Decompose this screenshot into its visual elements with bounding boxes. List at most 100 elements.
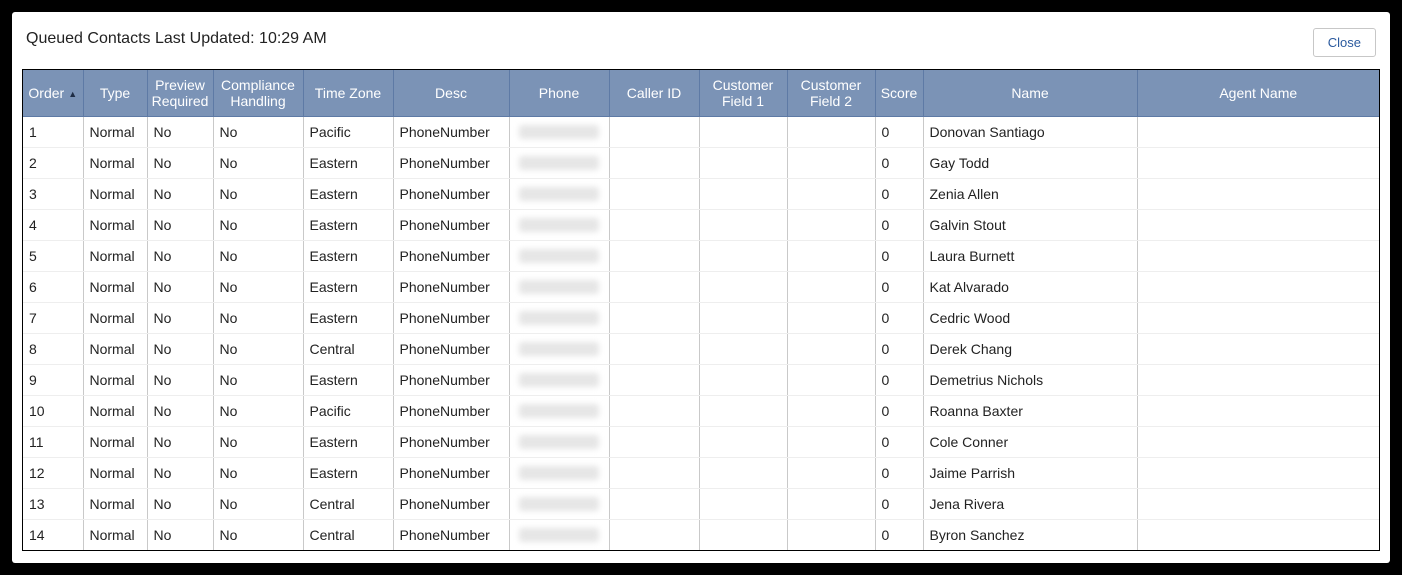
cell-tz: Central bbox=[303, 489, 393, 520]
cell-type: Normal bbox=[83, 489, 147, 520]
cell-cf2 bbox=[787, 396, 875, 427]
cell-name: Roanna Baxter bbox=[923, 396, 1137, 427]
cell-compliance: No bbox=[213, 427, 303, 458]
col-header-label: Order bbox=[28, 85, 64, 101]
cell-name: Cedric Wood bbox=[923, 303, 1137, 334]
cell-preview: No bbox=[147, 458, 213, 489]
cell-desc: PhoneNumber bbox=[393, 365, 509, 396]
table-row[interactable]: 14NormalNoNoCentralPhoneNumber0Byron San… bbox=[23, 520, 1379, 551]
table-row[interactable]: 7NormalNoNoEasternPhoneNumber0Cedric Woo… bbox=[23, 303, 1379, 334]
cell-agent bbox=[1137, 148, 1379, 179]
col-header-label: Time Zone bbox=[315, 85, 381, 101]
cell-preview: No bbox=[147, 241, 213, 272]
col-header-callerid[interactable]: Caller ID bbox=[609, 70, 699, 117]
table-row[interactable]: 8NormalNoNoCentralPhoneNumber0Derek Chan… bbox=[23, 334, 1379, 365]
table-row[interactable]: 5NormalNoNoEasternPhoneNumber0Laura Burn… bbox=[23, 241, 1379, 272]
cell-preview: No bbox=[147, 148, 213, 179]
cell-cf1 bbox=[699, 427, 787, 458]
cell-agent bbox=[1137, 365, 1379, 396]
cell-phone bbox=[509, 334, 609, 365]
cell-cf1 bbox=[699, 365, 787, 396]
redacted-phone bbox=[519, 466, 599, 480]
cell-callerid bbox=[609, 396, 699, 427]
table-row[interactable]: 1NormalNoNoPacificPhoneNumber0Donovan Sa… bbox=[23, 117, 1379, 148]
col-header-order[interactable]: Order▲ bbox=[23, 70, 83, 117]
cell-tz: Pacific bbox=[303, 117, 393, 148]
col-header-label: Agent Name bbox=[1219, 85, 1297, 101]
cell-desc: PhoneNumber bbox=[393, 148, 509, 179]
cell-agent bbox=[1137, 396, 1379, 427]
cell-name: Jena Rivera bbox=[923, 489, 1137, 520]
cell-order: 14 bbox=[23, 520, 83, 551]
table-row[interactable]: 6NormalNoNoEasternPhoneNumber0Kat Alvara… bbox=[23, 272, 1379, 303]
cell-name: Cole Conner bbox=[923, 427, 1137, 458]
cell-cf1 bbox=[699, 303, 787, 334]
close-button[interactable]: Close bbox=[1313, 28, 1376, 57]
col-header-cf2[interactable]: Customer Field 2 bbox=[787, 70, 875, 117]
cell-type: Normal bbox=[83, 427, 147, 458]
cell-order: 10 bbox=[23, 396, 83, 427]
cell-desc: PhoneNumber bbox=[393, 489, 509, 520]
col-header-cf1[interactable]: Customer Field 1 bbox=[699, 70, 787, 117]
col-header-tz[interactable]: Time Zone bbox=[303, 70, 393, 117]
col-header-label: Caller ID bbox=[627, 85, 681, 101]
cell-order: 7 bbox=[23, 303, 83, 334]
cell-desc: PhoneNumber bbox=[393, 396, 509, 427]
cell-score: 0 bbox=[875, 272, 923, 303]
cell-type: Normal bbox=[83, 334, 147, 365]
col-header-compliance[interactable]: Compliance Handling bbox=[213, 70, 303, 117]
cell-compliance: No bbox=[213, 520, 303, 551]
redacted-phone bbox=[519, 218, 599, 232]
cell-preview: No bbox=[147, 179, 213, 210]
cell-cf2 bbox=[787, 334, 875, 365]
cell-phone bbox=[509, 365, 609, 396]
col-header-name[interactable]: Name bbox=[923, 70, 1137, 117]
table-row[interactable]: 3NormalNoNoEasternPhoneNumber0Zenia Alle… bbox=[23, 179, 1379, 210]
cell-name: Jaime Parrish bbox=[923, 458, 1137, 489]
cell-order: 4 bbox=[23, 210, 83, 241]
cell-callerid bbox=[609, 365, 699, 396]
col-header-phone[interactable]: Phone bbox=[509, 70, 609, 117]
cell-preview: No bbox=[147, 117, 213, 148]
cell-tz: Eastern bbox=[303, 179, 393, 210]
topbar: Queued Contacts Last Updated: 10:29 AM C… bbox=[22, 28, 1380, 69]
cell-preview: No bbox=[147, 303, 213, 334]
cell-callerid bbox=[609, 148, 699, 179]
col-header-label: Customer Field 1 bbox=[713, 77, 774, 109]
col-header-type[interactable]: Type bbox=[83, 70, 147, 117]
redacted-phone bbox=[519, 435, 599, 449]
redacted-phone bbox=[519, 404, 599, 418]
cell-callerid bbox=[609, 489, 699, 520]
cell-phone bbox=[509, 117, 609, 148]
cell-preview: No bbox=[147, 489, 213, 520]
table-row[interactable]: 10NormalNoNoPacificPhoneNumber0Roanna Ba… bbox=[23, 396, 1379, 427]
col-header-desc[interactable]: Desc bbox=[393, 70, 509, 117]
cell-order: 9 bbox=[23, 365, 83, 396]
cell-name: Demetrius Nichols bbox=[923, 365, 1137, 396]
col-header-preview[interactable]: Preview Required bbox=[147, 70, 213, 117]
table-row[interactable]: 11NormalNoNoEasternPhoneNumber0Cole Conn… bbox=[23, 427, 1379, 458]
table-row[interactable]: 12NormalNoNoEasternPhoneNumber0Jaime Par… bbox=[23, 458, 1379, 489]
cell-phone bbox=[509, 179, 609, 210]
table-body: 1NormalNoNoPacificPhoneNumber0Donovan Sa… bbox=[23, 117, 1379, 551]
cell-phone bbox=[509, 272, 609, 303]
table-row[interactable]: 4NormalNoNoEasternPhoneNumber0Galvin Sto… bbox=[23, 210, 1379, 241]
col-header-score[interactable]: Score bbox=[875, 70, 923, 117]
cell-order: 5 bbox=[23, 241, 83, 272]
cell-score: 0 bbox=[875, 117, 923, 148]
cell-desc: PhoneNumber bbox=[393, 334, 509, 365]
cell-desc: PhoneNumber bbox=[393, 427, 509, 458]
col-header-agent[interactable]: Agent Name bbox=[1137, 70, 1379, 117]
table-row[interactable]: 2NormalNoNoEasternPhoneNumber0Gay Todd bbox=[23, 148, 1379, 179]
cell-type: Normal bbox=[83, 458, 147, 489]
table-row[interactable]: 9NormalNoNoEasternPhoneNumber0Demetrius … bbox=[23, 365, 1379, 396]
col-header-label: Customer Field 2 bbox=[801, 77, 862, 109]
contacts-table-wrap: Order▲TypePreview RequiredCompliance Han… bbox=[22, 69, 1380, 551]
cell-order: 11 bbox=[23, 427, 83, 458]
redacted-phone bbox=[519, 342, 599, 356]
table-row[interactable]: 13NormalNoNoCentralPhoneNumber0Jena Rive… bbox=[23, 489, 1379, 520]
cell-callerid bbox=[609, 427, 699, 458]
redacted-phone bbox=[519, 373, 599, 387]
cell-score: 0 bbox=[875, 303, 923, 334]
cell-order: 2 bbox=[23, 148, 83, 179]
